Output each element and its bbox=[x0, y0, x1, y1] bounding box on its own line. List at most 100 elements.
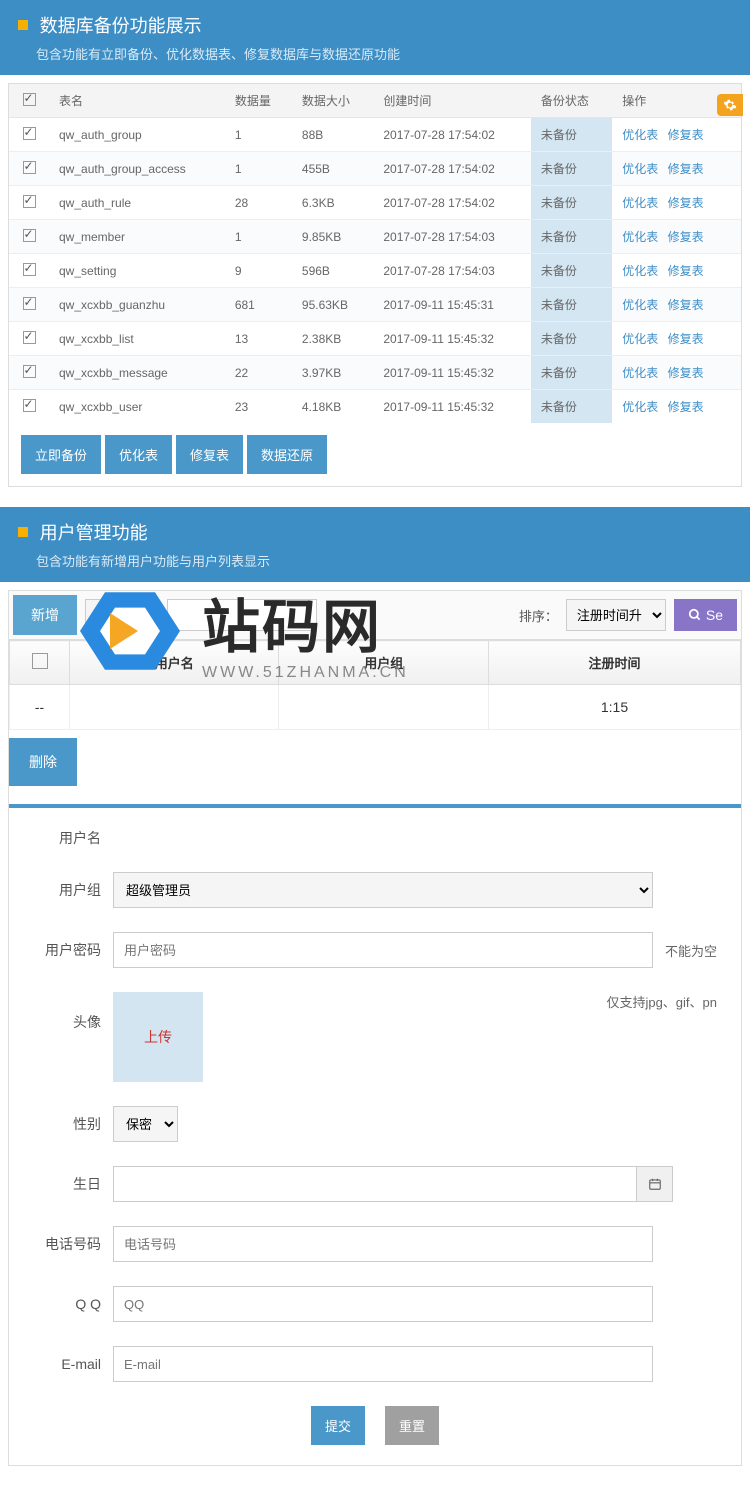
optimize-link[interactable]: 优化表 bbox=[622, 366, 658, 380]
optimize-link[interactable]: 优化表 bbox=[622, 128, 658, 142]
cell-status: 未备份 bbox=[531, 220, 612, 254]
db-action-button[interactable]: 立即备份 bbox=[21, 435, 101, 474]
delete-button[interactable]: 删除 bbox=[9, 738, 77, 786]
row-checkbox[interactable] bbox=[23, 399, 36, 412]
table-row: qw_member 1 9.85KB 2017-07-28 17:54:03 未… bbox=[9, 220, 741, 254]
table-row: qw_xcxbb_message 22 3.97KB 2017-09-11 15… bbox=[9, 356, 741, 390]
row-checkbox[interactable] bbox=[23, 365, 36, 378]
add-button[interactable]: 新增 bbox=[13, 595, 77, 635]
cell-size: 2.38KB bbox=[292, 322, 373, 356]
repair-link[interactable]: 修复表 bbox=[668, 264, 704, 278]
sort-label: 排序： bbox=[519, 606, 558, 625]
label-avatar: 头像 bbox=[33, 992, 101, 1032]
label-email: E-mail bbox=[33, 1356, 101, 1372]
cell-name: qw_auth_group bbox=[49, 118, 225, 152]
repair-link[interactable]: 修复表 bbox=[668, 196, 704, 210]
row-cell bbox=[279, 685, 488, 730]
cell-count: 22 bbox=[225, 356, 292, 390]
cell-size: 4.18KB bbox=[292, 390, 373, 424]
bullet-icon bbox=[18, 20, 28, 30]
email-input[interactable] bbox=[113, 1346, 653, 1382]
cell-name: qw_setting bbox=[49, 254, 225, 288]
label-qq: Q Q bbox=[33, 1296, 101, 1312]
cell-actions: 优化表 修复表 bbox=[612, 390, 741, 424]
optimize-link[interactable]: 优化表 bbox=[622, 230, 658, 244]
section-title: 用户管理功能 bbox=[40, 523, 148, 543]
row-checkbox[interactable] bbox=[23, 331, 36, 344]
row-checkbox[interactable] bbox=[23, 229, 36, 242]
cell-actions: 优化表 修复表 bbox=[612, 356, 741, 390]
optimize-link[interactable]: 优化表 bbox=[622, 196, 658, 210]
cell-time: 2017-07-28 17:54:02 bbox=[373, 118, 530, 152]
cell-size: 596B bbox=[292, 254, 373, 288]
upload-button[interactable]: 上传 bbox=[113, 992, 203, 1082]
optimize-link[interactable]: 优化表 bbox=[622, 162, 658, 176]
cell-time: 2017-09-11 15:45:32 bbox=[373, 356, 530, 390]
table-row: qw_xcxbb_user 23 4.18KB 2017-09-11 15:45… bbox=[9, 390, 741, 424]
delete-row: 删除 bbox=[9, 730, 741, 786]
gear-icon[interactable] bbox=[717, 94, 743, 116]
repair-link[interactable]: 修复表 bbox=[668, 298, 704, 312]
db-action-button[interactable]: 数据还原 bbox=[247, 435, 327, 474]
row-checkbox[interactable] bbox=[23, 127, 36, 140]
password-input[interactable] bbox=[113, 932, 653, 968]
row-checkbox[interactable] bbox=[23, 297, 36, 310]
label-group: 用户组 bbox=[33, 880, 101, 900]
db-table: 表名数据量数据大小创建时间备份状态操作 qw_auth_group 1 88B … bbox=[9, 84, 741, 423]
cell-time: 2017-07-28 17:54:02 bbox=[373, 152, 530, 186]
cell-size: 3.97KB bbox=[292, 356, 373, 390]
repair-link[interactable]: 修复表 bbox=[668, 332, 704, 346]
filter-select[interactable]: 用户名 bbox=[85, 599, 159, 631]
db-action-button[interactable]: 修复表 bbox=[176, 435, 243, 474]
optimize-link[interactable]: 优化表 bbox=[622, 298, 658, 312]
db-action-button[interactable]: 优化表 bbox=[105, 435, 172, 474]
cell-status: 未备份 bbox=[531, 186, 612, 220]
table-row: qw_xcxbb_guanzhu 681 95.63KB 2017-09-11 … bbox=[9, 288, 741, 322]
repair-link[interactable]: 修复表 bbox=[668, 366, 704, 380]
table-row: qw_auth_rule 28 6.3KB 2017-07-28 17:54:0… bbox=[9, 186, 741, 220]
db-col-header: 表名 bbox=[49, 84, 225, 118]
optimize-link[interactable]: 优化表 bbox=[622, 264, 658, 278]
phone-input[interactable] bbox=[113, 1226, 653, 1262]
submit-button[interactable]: 提交 bbox=[311, 1406, 365, 1445]
user-table: 用户名 用户组 注册时间 -- 1:15 bbox=[9, 640, 741, 730]
optimize-link[interactable]: 优化表 bbox=[622, 400, 658, 414]
cell-time: 2017-07-28 17:54:03 bbox=[373, 220, 530, 254]
cell-count: 681 bbox=[225, 288, 292, 322]
checkbox-header[interactable] bbox=[10, 641, 70, 685]
cell-status: 未备份 bbox=[531, 356, 612, 390]
filter-input[interactable] bbox=[167, 599, 317, 631]
qq-input[interactable] bbox=[113, 1286, 653, 1322]
checkbox-all[interactable] bbox=[23, 93, 36, 106]
repair-link[interactable]: 修复表 bbox=[668, 230, 704, 244]
repair-link[interactable]: 修复表 bbox=[668, 162, 704, 176]
repair-link[interactable]: 修复表 bbox=[668, 400, 704, 414]
label-username: 用户名 bbox=[33, 828, 101, 848]
avatar-hint: 仅支持jpg、gif、pn bbox=[606, 992, 717, 1011]
db-col-header: 创建时间 bbox=[373, 84, 530, 118]
repair-link[interactable]: 修复表 bbox=[668, 128, 704, 142]
row-checkbox[interactable] bbox=[23, 161, 36, 174]
sort-select[interactable]: 注册时间升 bbox=[566, 599, 666, 631]
cell-count: 9 bbox=[225, 254, 292, 288]
birthday-input[interactable] bbox=[113, 1166, 637, 1202]
cell-name: qw_member bbox=[49, 220, 225, 254]
optimize-link[interactable]: 优化表 bbox=[622, 332, 658, 346]
cell-count: 1 bbox=[225, 152, 292, 186]
gender-select[interactable]: 保密 bbox=[113, 1106, 178, 1142]
reset-button[interactable]: 重置 bbox=[385, 1406, 439, 1445]
table-row: qw_setting 9 596B 2017-07-28 17:54:03 未备… bbox=[9, 254, 741, 288]
row-cell: 1:15 bbox=[488, 685, 740, 730]
cell-count: 13 bbox=[225, 322, 292, 356]
cell-name: qw_xcxbb_message bbox=[49, 356, 225, 390]
search-button[interactable]: Se bbox=[674, 599, 737, 631]
row-checkbox[interactable] bbox=[23, 195, 36, 208]
cell-time: 2017-07-28 17:54:03 bbox=[373, 254, 530, 288]
group-select[interactable]: 超级管理员 bbox=[113, 872, 653, 908]
cell-status: 未备份 bbox=[531, 390, 612, 424]
row-checkbox[interactable] bbox=[23, 263, 36, 276]
cell-time: 2017-09-11 15:45:32 bbox=[373, 322, 530, 356]
cell-time: 2017-09-11 15:45:31 bbox=[373, 288, 530, 322]
calendar-icon[interactable] bbox=[637, 1166, 673, 1202]
label-gender: 性别 bbox=[33, 1114, 101, 1134]
